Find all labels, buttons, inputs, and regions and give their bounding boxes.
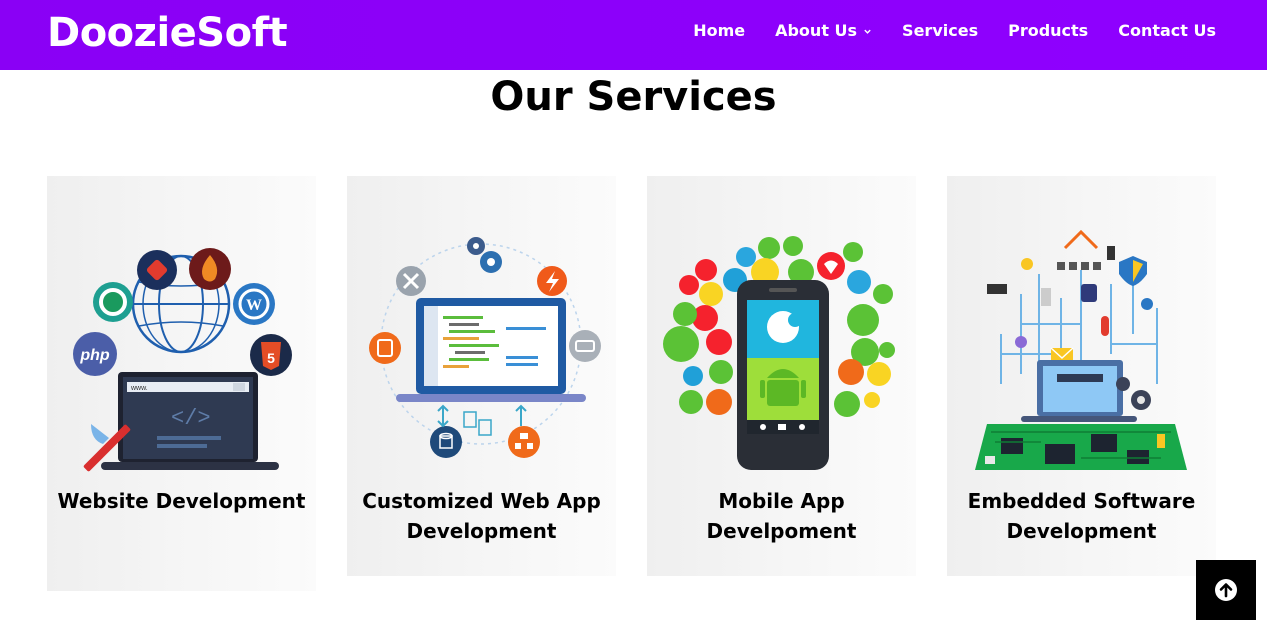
nav-services[interactable]: Services [902,19,978,43]
nav-contact-us-label: Contact Us [1118,21,1216,40]
svg-text:W: W [246,297,262,314]
nav-products-label: Products [1008,21,1089,40]
service-card-embedded-software-development[interactable]: Embedded Software Development [947,176,1216,576]
main-menu: Home About Us Services Products Contact … [693,19,1216,43]
chevron-down-icon [864,29,871,34]
service-card-web-app-development[interactable]: Customized Web App Development [347,176,616,576]
svg-text:</>: </> [171,406,211,431]
section-title: Our Services [490,74,777,120]
web-app-development-illustration [369,237,601,458]
service-title: Customized Web App Development [362,489,601,543]
nav-about-us-label: About Us [775,21,858,40]
embedded-software-illustration [975,229,1187,470]
nav-products[interactable]: Products [1008,19,1088,43]
service-title: Mobile App Develpoment [706,489,857,543]
service-card-mobile-app-development[interactable]: Mobile App Develpoment [647,176,916,576]
website-development-illustration: W php 5 www. </> [73,248,292,472]
back-to-top-button[interactable] [1196,560,1256,620]
nav-home[interactable]: Home [693,19,745,43]
svg-text:www.: www. [130,385,148,392]
service-card-website-development[interactable]: W php 5 www. </> Website Development [47,176,316,591]
nav-services-label: Services [902,21,979,40]
nav-home-label: Home [693,21,746,40]
service-title: Embedded Software Development [967,489,1196,543]
navbar: DoozieSoft Home About Us Services Produc… [0,0,1267,70]
service-title: Website Development [57,489,306,513]
svg-text:5: 5 [267,350,275,366]
mobile-app-illustration [663,236,895,470]
nav-contact-us[interactable]: Contact Us [1118,19,1216,43]
nav-about-us[interactable]: About Us [775,19,872,43]
brand-logo[interactable]: DoozieSoft [47,8,288,58]
svg-text:php: php [79,347,110,364]
arrow-up-circle-icon [1215,579,1237,601]
